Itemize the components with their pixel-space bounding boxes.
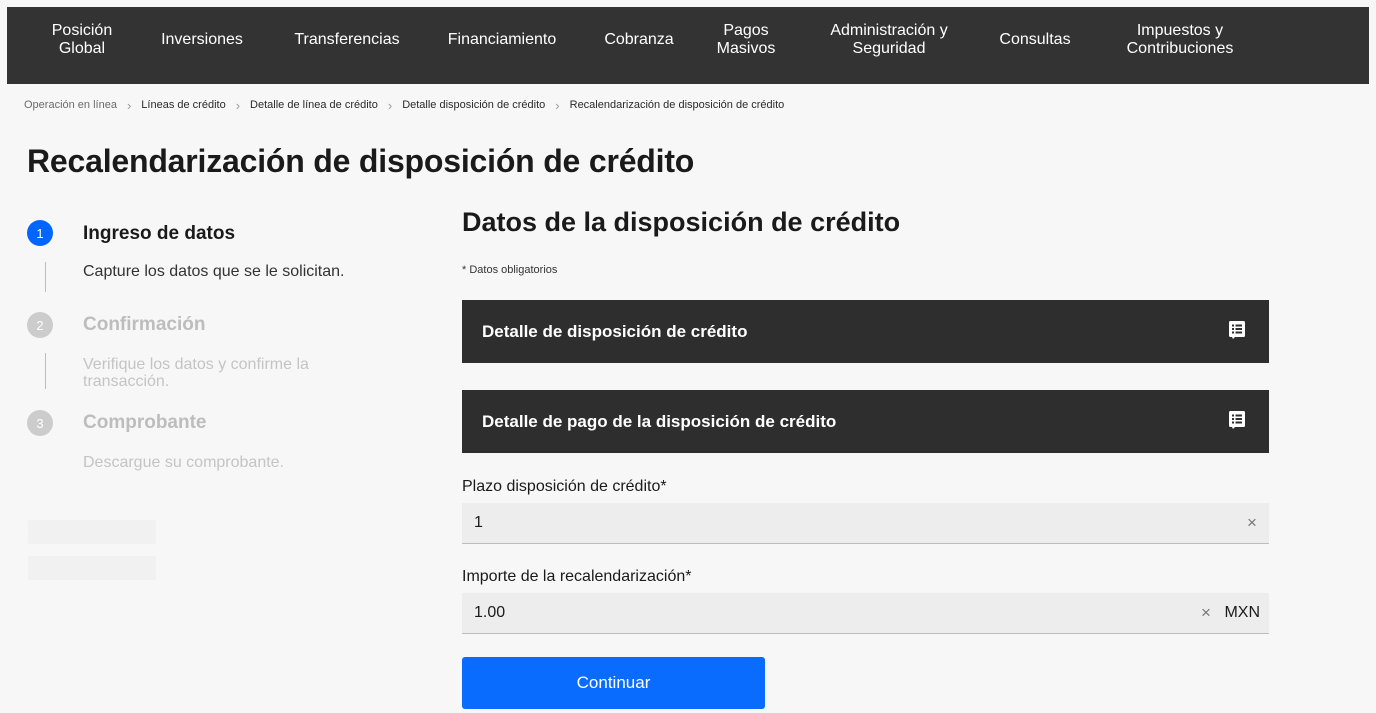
- nav-item-impuestos-contribuciones[interactable]: Impuestos y Contribuciones: [1109, 7, 1251, 73]
- nav-item-label: Impuestos y: [1136, 22, 1224, 39]
- chevron-right-icon: ›: [387, 97, 393, 113]
- step-desc-line: Verifique los datos y confirme la: [83, 356, 309, 373]
- plazo-field: ×: [462, 503, 1269, 544]
- step-desc-ingreso: Capture los datos que se le solicitan.: [83, 263, 345, 280]
- breadcrumb-item-lineas-de-credito[interactable]: Líneas de crédito: [141, 99, 225, 111]
- nav-item-consultas[interactable]: Consultas: [985, 7, 1085, 73]
- nav-item-label: Consultas: [999, 31, 1071, 48]
- nav-item-label: Transferencias: [294, 31, 400, 48]
- accordion-detalle-disposicion[interactable]: Detalle de disposición de crédito: [462, 300, 1269, 363]
- nav-item-transferencias[interactable]: Transferencias: [277, 7, 417, 73]
- list-icon: [1229, 411, 1245, 429]
- accordion-detalle-pago[interactable]: Detalle de pago de la disposición de cré…: [462, 390, 1269, 453]
- placeholder-block: [28, 520, 156, 544]
- continuar-button[interactable]: Continuar: [462, 657, 765, 709]
- step-desc-comprobante: Descargue su comprobante.: [83, 454, 284, 471]
- step-number-1: 1: [27, 220, 53, 246]
- nav-item-label: Seguridad: [852, 40, 926, 57]
- currency-label: MXN: [1224, 604, 1260, 621]
- step-desc-confirmacion: Verifique los datos y confirme la transa…: [83, 356, 309, 390]
- nav-item-financiamiento[interactable]: Financiamiento: [433, 7, 571, 73]
- nav-item-label: Posición: [51, 22, 113, 39]
- clear-icon[interactable]: ×: [1245, 514, 1259, 532]
- plazo-label: Plazo disposición de crédito*: [462, 478, 667, 495]
- accordion-label: Detalle de disposición de crédito: [482, 321, 748, 341]
- importe-field: × MXN: [462, 593, 1269, 634]
- section-title: Datos de la disposición de crédito: [462, 207, 901, 237]
- nav-item-label: Cobranza: [604, 31, 674, 48]
- plazo-input[interactable]: [462, 503, 1246, 543]
- placeholder-block: [28, 556, 156, 580]
- chevron-right-icon: ›: [235, 97, 241, 113]
- chevron-right-icon: ›: [555, 97, 560, 113]
- chevron-right-icon: ›: [126, 97, 132, 113]
- nav-item-label: Inversiones: [161, 31, 243, 48]
- step-title-confirmacion: Confirmación: [83, 314, 206, 335]
- nav-item-inversiones[interactable]: Inversiones: [149, 7, 255, 73]
- top-navigation: Posición Global Inversiones Transferencia…: [7, 7, 1369, 84]
- nav-item-label: Financiamiento: [447, 31, 557, 48]
- breadcrumb: Operación en línea › Líneas de crédito ›…: [24, 97, 784, 113]
- nav-item-cobranza[interactable]: Cobranza: [591, 7, 687, 73]
- nav-item-label: Pagos: [723, 22, 769, 39]
- nav-item-pagos-masivos[interactable]: Pagos Masivos: [706, 7, 786, 73]
- step-title-ingreso: Ingreso de datos: [83, 223, 236, 244]
- accordion-label: Detalle de pago de la disposición de cré…: [482, 411, 837, 431]
- step-number-3: 3: [27, 410, 53, 436]
- nav-item-label: Global: [58, 40, 106, 57]
- nav-item-label: Administración y: [830, 22, 948, 39]
- step-number-2: 2: [27, 312, 53, 338]
- breadcrumb-item-detalle-disposicion[interactable]: Detalle disposición de crédito: [402, 99, 545, 111]
- breadcrumb-item-current: Recalendarización de disposición de créd…: [569, 99, 785, 111]
- breadcrumb-item-operacion-en-linea[interactable]: Operación en línea: [24, 99, 117, 111]
- nav-item-label: Contribuciones: [1126, 40, 1234, 57]
- breadcrumb-item-detalle-linea-credito[interactable]: Detalle de línea de crédito: [250, 99, 378, 111]
- step-connector: [45, 262, 46, 292]
- importe-input[interactable]: [462, 593, 1186, 633]
- step-connector: [45, 353, 46, 389]
- step-desc-line: transacción.: [83, 373, 170, 390]
- page: Posición Global Inversiones Transferencia…: [0, 0, 1376, 713]
- required-note: * Datos obligatorios: [462, 264, 558, 276]
- step-title-comprobante: Comprobante: [83, 412, 207, 433]
- page-title: Recalendarización de disposición de créd…: [27, 143, 695, 179]
- importe-label: Importe de la recalendarización*: [462, 568, 692, 585]
- nav-item-label: Masivos: [716, 40, 776, 57]
- nav-item-administracion-seguridad[interactable]: Administración y Seguridad: [810, 7, 968, 73]
- nav-item-posicion-global[interactable]: Posición Global: [40, 7, 124, 73]
- list-icon: [1229, 321, 1245, 339]
- clear-icon[interactable]: ×: [1199, 604, 1213, 622]
